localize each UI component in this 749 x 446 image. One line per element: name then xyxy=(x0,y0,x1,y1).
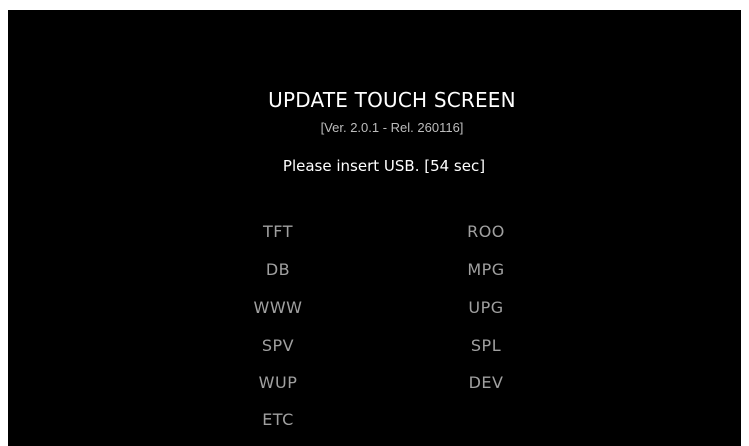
option-roo[interactable]: ROO xyxy=(446,222,526,241)
option-upg[interactable]: UPG xyxy=(446,298,526,317)
option-mpg[interactable]: MPG xyxy=(446,260,526,279)
option-spv[interactable]: SPV xyxy=(238,336,318,355)
status-message: Please insert USB. [54 sec] xyxy=(282,157,486,175)
option-spl[interactable]: SPL xyxy=(446,336,526,355)
option-db[interactable]: DB xyxy=(238,260,318,279)
option-etc[interactable]: ETC xyxy=(238,410,318,429)
option-wup[interactable]: WUP xyxy=(238,373,318,392)
option-www[interactable]: WWW xyxy=(238,298,318,317)
option-dev[interactable]: DEV xyxy=(446,373,526,392)
option-tft[interactable]: TFT xyxy=(238,222,318,241)
page-title: UPDATE TOUCH SCREEN xyxy=(268,88,516,112)
version-label: [Ver. 2.0.1 - Rel. 260116] xyxy=(320,120,464,135)
update-screen: UPDATE TOUCH SCREEN [Ver. 2.0.1 - Rel. 2… xyxy=(8,10,741,446)
